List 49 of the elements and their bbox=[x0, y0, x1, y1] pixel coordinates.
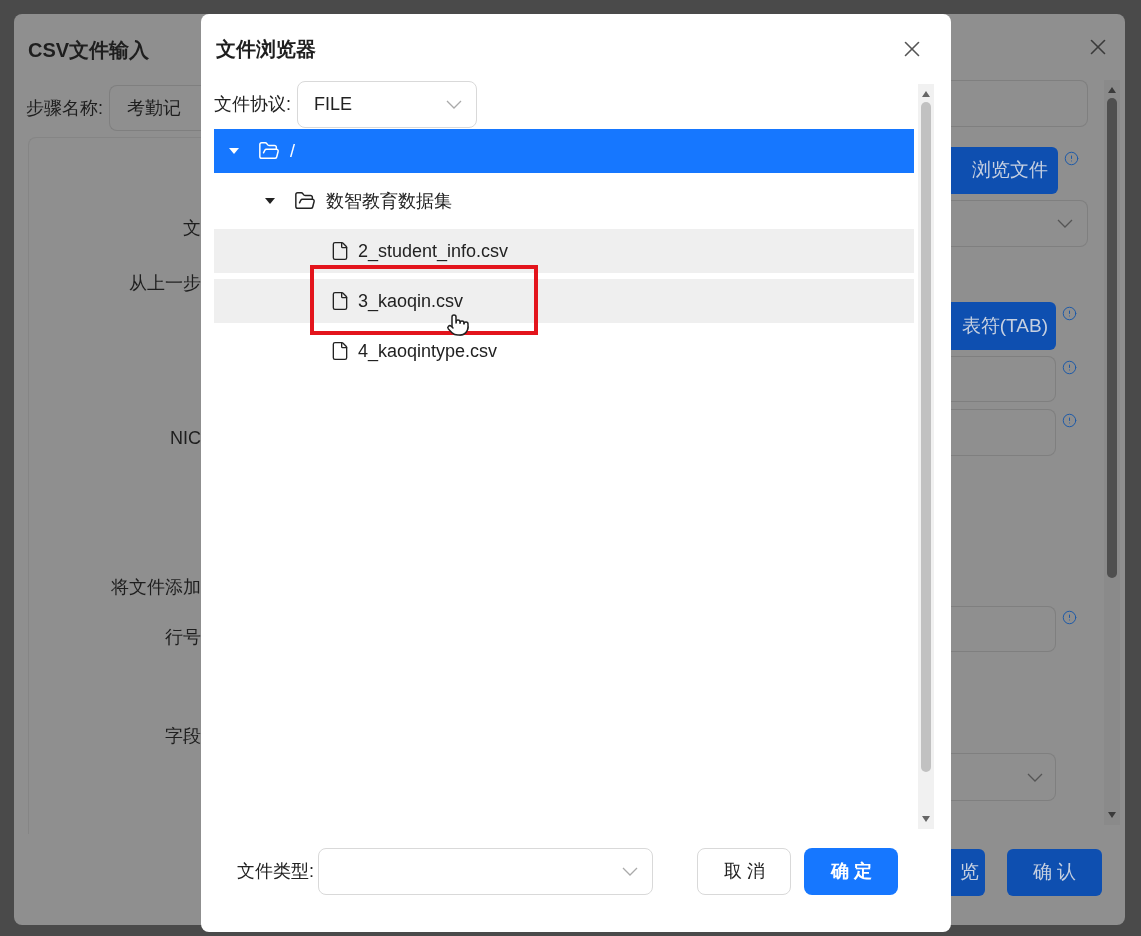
field-label: 文件协议: bbox=[214, 92, 291, 116]
field-label: 文 bbox=[183, 217, 201, 239]
cancel-button[interactable]: 取 消 bbox=[697, 848, 791, 895]
scroll-up-icon[interactable] bbox=[921, 90, 931, 98]
scrollbar[interactable] bbox=[918, 84, 934, 829]
folder-icon bbox=[258, 140, 280, 162]
tree-row[interactable]: 3_kaoqin.csv bbox=[214, 279, 914, 323]
scroll-down-icon[interactable] bbox=[1107, 811, 1117, 819]
info-icon[interactable] bbox=[1062, 360, 1077, 375]
field-label: 行号 bbox=[165, 626, 201, 648]
dialog-title: 文件浏览器 bbox=[216, 37, 316, 62]
tree-item-label: 4_kaoqintype.csv bbox=[358, 339, 498, 364]
delimiter-button[interactable]: 表符(TAB) bbox=[951, 302, 1056, 350]
file-type-select[interactable] bbox=[318, 848, 653, 895]
info-icon[interactable] bbox=[1062, 610, 1077, 625]
field-label: NIC bbox=[170, 427, 201, 449]
tree-item-label: / bbox=[290, 139, 295, 163]
chevron-icon bbox=[446, 99, 462, 109]
info-icon[interactable] bbox=[1062, 413, 1077, 428]
protocol-select[interactable]: FILE bbox=[297, 80, 477, 128]
dialog-title: CSV文件输入 bbox=[28, 38, 151, 63]
chevron-icon bbox=[1027, 772, 1043, 782]
field-label: 步骤名称: bbox=[26, 96, 103, 120]
scroll-up-icon[interactable] bbox=[1107, 86, 1117, 94]
field-label: 文件类型: bbox=[237, 860, 314, 883]
field-label: 将文件添加 bbox=[111, 576, 201, 598]
scrollbar[interactable] bbox=[1104, 80, 1120, 825]
tree-row[interactable]: / bbox=[214, 129, 914, 173]
pointer-cursor-icon bbox=[446, 313, 470, 337]
chevron-icon bbox=[1057, 219, 1073, 228]
confirm-button[interactable]: 确 认 bbox=[1007, 849, 1102, 896]
ok-button[interactable]: 确 定 bbox=[804, 848, 898, 895]
info-icon[interactable] bbox=[1062, 306, 1077, 321]
tree-item-label: 2_student_info.csv bbox=[358, 239, 509, 264]
field-label: 从上一步 bbox=[129, 272, 201, 294]
file-icon bbox=[330, 291, 350, 311]
browse-button[interactable]: 浏览文件 bbox=[951, 147, 1058, 194]
field-label: 字段 bbox=[165, 725, 201, 747]
file-icon bbox=[330, 341, 350, 361]
tree-row[interactable]: 2_student_info.csv bbox=[214, 229, 914, 273]
info-icon[interactable] bbox=[1064, 151, 1079, 166]
file-icon bbox=[330, 241, 350, 261]
tree-item-label: 3_kaoqin.csv bbox=[358, 289, 464, 314]
tree-item-label: 数智教育数据集 bbox=[326, 189, 452, 213]
preview-button[interactable]: 览 bbox=[951, 849, 985, 896]
caret-icon[interactable] bbox=[264, 197, 276, 205]
folder-icon bbox=[294, 190, 316, 212]
scroll-down-icon[interactable] bbox=[921, 815, 931, 823]
chevron-icon bbox=[622, 867, 638, 876]
